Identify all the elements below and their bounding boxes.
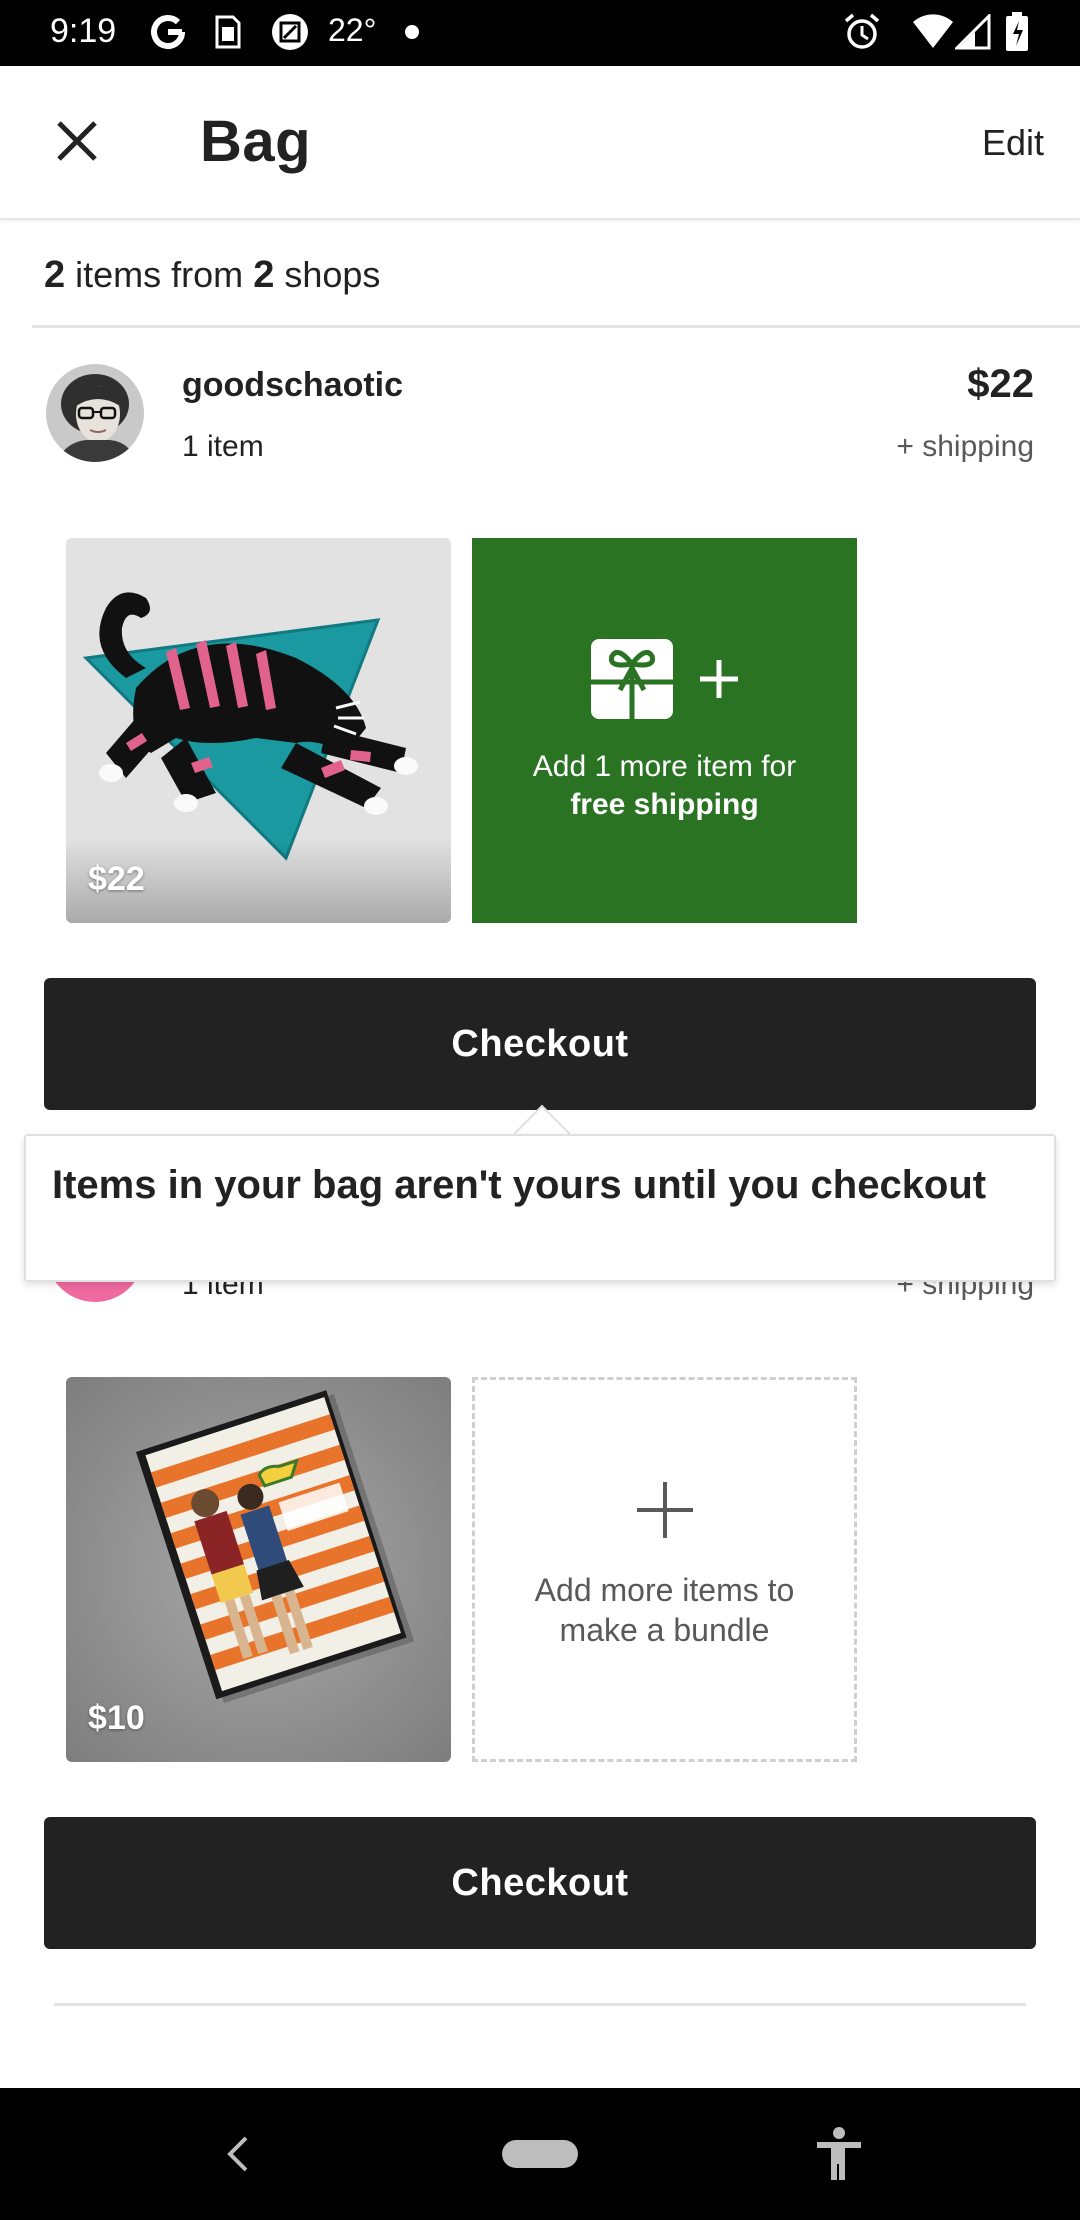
item-price: $10 (88, 1699, 145, 1737)
close-button[interactable] (46, 110, 108, 172)
shop-total-price: $22 (967, 362, 1034, 406)
shop-item-count: 1 item (182, 430, 264, 463)
checkout-button[interactable]: Checkout (44, 1817, 1036, 1949)
summary-items-text: items from (75, 254, 244, 295)
battery-icon (1005, 12, 1029, 52)
summary-item-count: 2 (44, 254, 66, 296)
screenshot-icon (270, 12, 310, 52)
shop-name[interactable]: goodschaotic (182, 366, 403, 405)
status-bar: 9:19 22° (0, 0, 1080, 66)
promo-icons (472, 638, 857, 720)
promo-text: Add 1 more item for (532, 750, 797, 783)
bundle-text: make a bundle (559, 1612, 770, 1648)
summary-shops-text: shops (284, 254, 381, 295)
summary-shop-count: 2 (253, 254, 275, 296)
status-temperature: 22° (328, 12, 377, 48)
shipping-note: + shipping (896, 430, 1034, 463)
promo-emphasis: free shipping (570, 788, 759, 821)
app-header: Bag Edit (0, 66, 1080, 220)
shop-avatar[interactable] (46, 364, 144, 462)
plus-icon (636, 1482, 693, 1538)
alarm-icon (842, 12, 882, 52)
close-icon (57, 121, 97, 161)
status-time: 9:19 (50, 12, 117, 50)
divider (54, 2003, 1026, 2006)
bag-summary: 2 items from 2 shops (44, 254, 380, 297)
system-nav-bar (0, 2088, 1080, 2220)
signal-icon (955, 12, 991, 52)
bag-tooltip[interactable]: Items in your bag aren't yours until you… (24, 1134, 1056, 1282)
edit-button[interactable]: Edit (982, 122, 1044, 164)
add-bundle-tile[interactable]: Add more items to make a bundle (472, 1377, 857, 1762)
tooltip-text: Items in your bag aren't yours until you… (52, 1163, 987, 1207)
plus-icon (699, 660, 738, 698)
bundle-text: Add more items to (534, 1572, 795, 1608)
notification-dot-icon (405, 25, 419, 39)
home-pill[interactable] (502, 2140, 578, 2168)
item-thumbnail[interactable]: $10 (66, 1377, 451, 1762)
google-icon (148, 12, 188, 52)
sim-card-icon (215, 12, 241, 52)
divider (32, 325, 1080, 328)
page-title: Bag (200, 109, 312, 174)
checkout-button[interactable]: Checkout (44, 978, 1036, 1110)
avatar-portrait (46, 364, 144, 462)
free-shipping-promo[interactable]: Add 1 more item for free shipping (472, 538, 857, 923)
wifi-icon (912, 12, 954, 52)
item-thumbnail[interactable]: $22 (66, 538, 451, 923)
gift-icon (590, 639, 673, 719)
back-icon[interactable] (224, 2134, 254, 2179)
accessibility-icon[interactable] (815, 2126, 863, 2187)
item-price: $22 (88, 860, 145, 898)
bundle-plus (475, 1480, 854, 1540)
